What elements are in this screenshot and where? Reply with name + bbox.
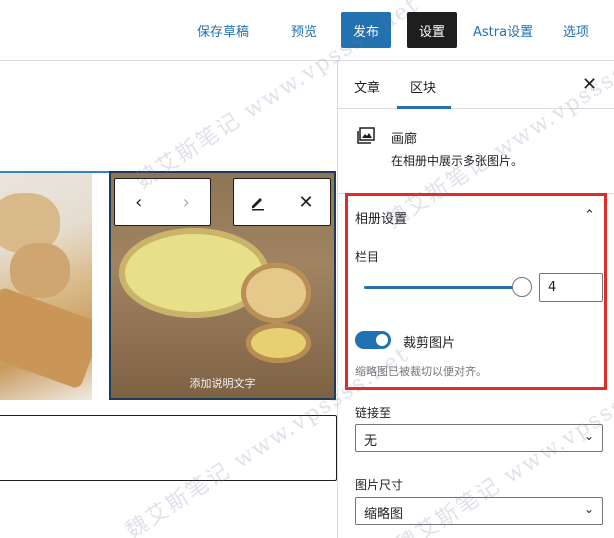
link-to-label: 链接至 bbox=[355, 406, 392, 420]
chevron-right-icon: › bbox=[182, 191, 190, 213]
columns-label: 栏目 bbox=[355, 250, 380, 264]
ginger-slice-shape bbox=[241, 263, 311, 323]
ginger-shape bbox=[10, 243, 70, 298]
edit-image-button[interactable] bbox=[234, 179, 282, 225]
image-size-label: 图片尺寸 bbox=[355, 478, 404, 492]
columns-number-input[interactable]: 4 bbox=[539, 273, 603, 302]
chevron-up-icon[interactable]: ⌃ bbox=[584, 208, 595, 223]
image-nav-toolbar: ‹ › bbox=[114, 178, 211, 226]
pencil-icon bbox=[252, 198, 264, 211]
settings-sidebar: 文章 区块 ✕ 画廊 在相册中展示多张图片。 相册设置 ⌃ 栏目 4 裁剪图片 … bbox=[337, 61, 614, 538]
ginger-slice-shape bbox=[246, 323, 311, 363]
preview-button[interactable]: 预览 bbox=[291, 21, 317, 40]
chevron-left-icon: ‹ bbox=[135, 191, 143, 213]
gallery-icon bbox=[357, 127, 375, 144]
astra-settings-button[interactable]: Astra设置 bbox=[473, 21, 533, 40]
options-button[interactable]: 选项 bbox=[563, 21, 589, 40]
gallery-image-ginger-root[interactable] bbox=[0, 173, 92, 400]
move-right-button[interactable]: › bbox=[163, 179, 211, 225]
tab-post[interactable]: 文章 bbox=[354, 77, 380, 96]
editor-canvas: ‹ › ✕ 添加说明文字 bbox=[0, 61, 337, 538]
crop-images-label: 裁剪图片 bbox=[403, 336, 456, 351]
close-icon: ✕ bbox=[298, 191, 314, 213]
block-title: 画廊 bbox=[391, 132, 418, 147]
chevron-down-icon: ⌄ bbox=[583, 502, 594, 516]
active-tab-indicator bbox=[397, 106, 451, 109]
settings-label: 设置 bbox=[418, 24, 445, 40]
image-size-value: 缩略图 bbox=[364, 507, 404, 522]
tab-block[interactable]: 区块 bbox=[410, 77, 436, 96]
columns-slider-thumb[interactable] bbox=[512, 277, 532, 297]
image-edit-toolbar: ✕ bbox=[233, 178, 331, 226]
link-to-value: 无 bbox=[364, 434, 378, 449]
image-caption-placeholder[interactable]: 添加说明文字 bbox=[109, 375, 336, 391]
save-draft-button[interactable]: 保存草稿 bbox=[197, 21, 249, 40]
cutting-board-shape bbox=[0, 286, 92, 390]
remove-image-button[interactable]: ✕ bbox=[282, 179, 330, 225]
columns-slider-track[interactable] bbox=[364, 286, 521, 289]
editor-window: 保存草稿 预览 发布 设置 Astra设置 选项 ‹ › ✕ 添加说明文字 文章… bbox=[0, 0, 614, 538]
